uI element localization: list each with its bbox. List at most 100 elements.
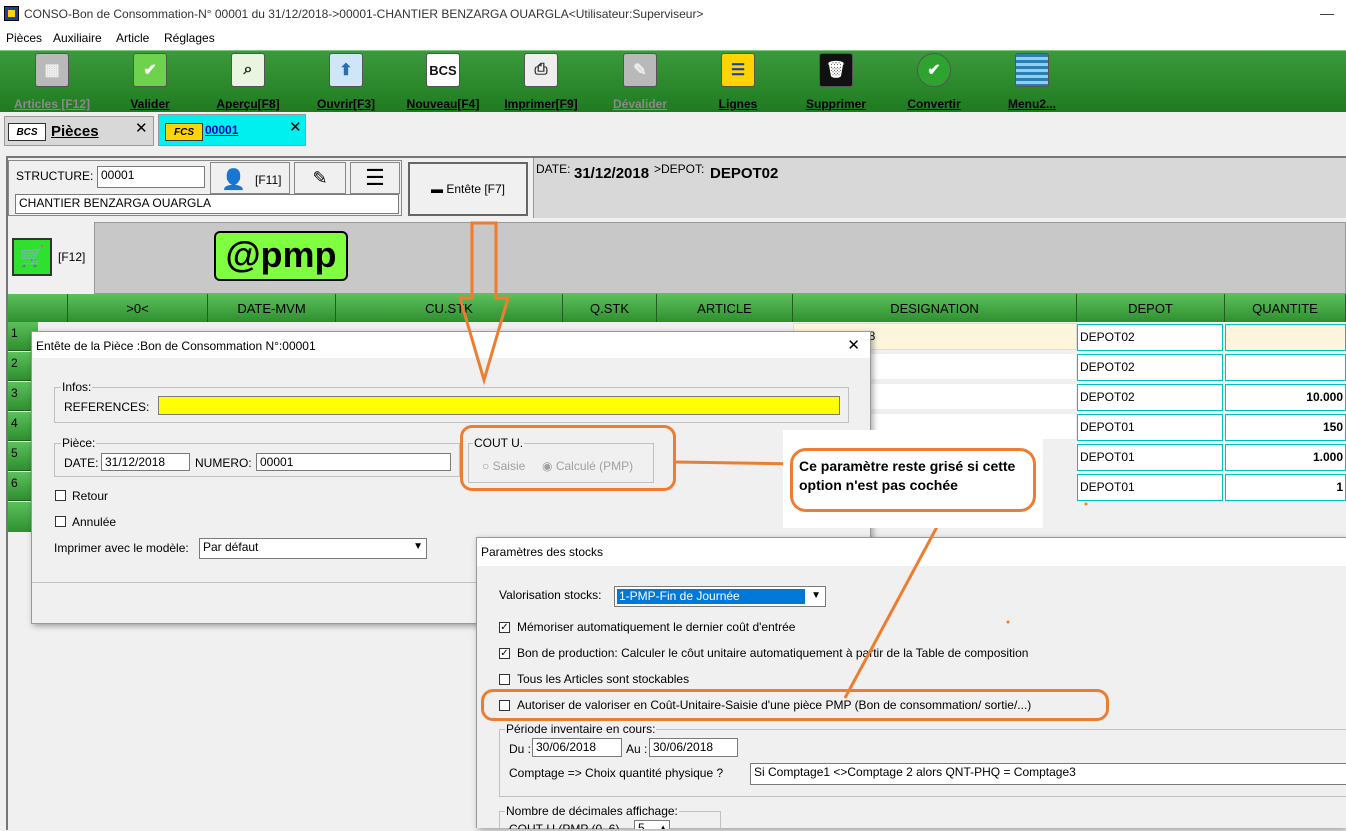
col-q-stk[interactable]: Q.STK (563, 294, 657, 322)
tab-pieces[interactable]: BCS Pièces ✕ (4, 116, 154, 146)
annotation-callout: Ce paramètre reste grisé si cette option… (790, 448, 1036, 512)
tab-pieces-close[interactable]: ✕ (135, 119, 148, 137)
dropdown-arrow-icon: ▼ (811, 590, 821, 601)
depot-cell[interactable]: DEPOT02 (1077, 384, 1223, 411)
f11-label: [F11] (255, 173, 282, 187)
checkmark-icon: ✔ (133, 53, 167, 87)
nouveau-button[interactable]: BCS Nouveau[F4] (400, 53, 486, 111)
entete-close-button[interactable]: ✕ (847, 336, 860, 354)
open-doc-icon: ⬆ (329, 53, 363, 87)
quantite-cell[interactable]: 150 (1225, 414, 1346, 441)
convert-icon: ✔ (917, 53, 951, 87)
numero-input[interactable]: 00001 (256, 453, 451, 471)
menu-article[interactable]: Article (116, 31, 149, 45)
valorisation-select[interactable]: 1-PMP-Fin de Journée ▼ (614, 586, 826, 607)
uncheck-icon: ✎ (623, 53, 657, 87)
dropdown-arrow-icon: ▼ (413, 541, 423, 552)
tab-document[interactable]: FCS 00001 ✕ (158, 114, 306, 146)
retour-label: Retour (72, 489, 109, 503)
apercu-button[interactable]: ⌕ Aperçu[F8] (210, 53, 286, 111)
title-bar: CONSO-Bon de Consommation-N° 00001 du 31… (0, 0, 1346, 28)
minimize-button[interactable]: — (1320, 5, 1334, 21)
entete-dialog-title: Entête de la Pièce :Bon de Consommation … (32, 332, 870, 358)
stock-params-dialog: Paramètres des stocks Valorisation stock… (476, 537, 1346, 831)
imprimer-button[interactable]: ⎙ Imprimer[F9] (498, 53, 584, 111)
du-input[interactable]: 30/06/2018 (532, 738, 622, 757)
hamburger-icon: ☰ (365, 165, 385, 190)
col-quantite[interactable]: QUANTITE (1225, 294, 1346, 322)
hamburger-button[interactable]: ☰ (350, 162, 400, 194)
imprimer-label: Imprimer avec le modèle: (54, 541, 189, 555)
annulee-label: Annulée (72, 515, 117, 529)
col-sort[interactable]: >0< (68, 294, 208, 322)
entete-button[interactable]: ▬ Entête [F7] (408, 162, 528, 216)
bcs-chip: BCS (8, 123, 46, 141)
comptage-select[interactable]: Si Comptage1 <>Comptage 2 alors QNT-PHQ … (750, 763, 1346, 785)
stock-dialog-title: Paramètres des stocks (477, 538, 1346, 566)
structure-label: STRUCTURE: (16, 169, 94, 183)
opt3-label: Tous les Articles sont stockables (517, 672, 690, 686)
lignes-button[interactable]: ☰ Lignes (704, 53, 772, 111)
col-date-mvm[interactable]: DATE-MVM (208, 294, 336, 322)
modele-select[interactable]: Par défaut ▼ (199, 538, 427, 559)
tab-document-close[interactable]: ✕ (289, 118, 302, 136)
opt1-checkbox[interactable]: ✓ (499, 622, 510, 633)
decimales-label: Nombre de décimales affichage: (505, 804, 679, 818)
user-icon: 👤 (221, 169, 246, 191)
cart-button[interactable]: 🛒 (12, 238, 52, 276)
entete-label: Entête [F7] (446, 182, 506, 196)
structure-lookup-button[interactable]: 👤 [F11] (210, 162, 290, 194)
du-label: Du : (509, 742, 532, 756)
col-cu-stk[interactable]: CU.STK (336, 294, 563, 322)
lines-icon: ☰ (721, 53, 755, 87)
menu2-button[interactable]: Menu2... (1000, 53, 1064, 111)
window-title: CONSO-Bon de Consommation-N° 00001 du 31… (24, 7, 704, 21)
depot-cell[interactable]: DEPOT01 (1077, 414, 1223, 441)
edit-button[interactable]: ✎ (294, 162, 346, 194)
col-depot[interactable]: DEPOT (1077, 294, 1225, 322)
document-tabs: BCS Pièces ✕ FCS 00001 ✕ (0, 112, 1346, 152)
app-icon (4, 6, 19, 21)
date-value: 31/12/2018 (574, 165, 650, 182)
opt2-checkbox[interactable]: ✓ (499, 648, 510, 659)
depot-cell[interactable]: DEPOT02 (1077, 324, 1223, 351)
opt3-checkbox[interactable] (499, 674, 510, 685)
articles-button[interactable]: ▦ Articles [F12] (10, 53, 94, 111)
tab-pieces-label: Pièces (51, 123, 99, 140)
depot-cell[interactable]: DEPOT02 (1077, 354, 1223, 381)
col-article[interactable]: ARTICLE (657, 294, 793, 322)
toolbar: ▦ Articles [F12] ✔ Valider ⌕ Aperçu[F8] … (0, 50, 1346, 113)
bcs-icon: BCS (426, 53, 460, 87)
retour-checkbox[interactable] (55, 490, 66, 501)
structure-input[interactable]: 00001 (97, 166, 205, 188)
depot-value: DEPOT02 (710, 165, 779, 182)
quantite-cell[interactable] (1225, 324, 1346, 351)
date-input[interactable]: 31/12/2018 (101, 453, 190, 471)
menu-bar: Pièces Auxiliaire Article Réglages (0, 28, 1346, 50)
date-label: DATE: (64, 456, 99, 470)
references-input[interactable] (158, 396, 840, 415)
quantite-cell[interactable]: 1 (1225, 474, 1346, 501)
devalider-button[interactable]: ✎ Dévalider (600, 53, 680, 111)
convertir-button[interactable]: ✔ Convertir (898, 53, 970, 111)
supprimer-button[interactable]: 🗑 Supprimer (798, 53, 874, 111)
date-label: DATE: (536, 162, 571, 176)
structure-name-field: CHANTIER BENZARGA OUARGLA (15, 194, 399, 214)
ouvrir-button[interactable]: ⬆ Ouvrir[F3] (308, 53, 384, 111)
date-depot-panel: DATE: 31/12/2018 >DEPOT: DEPOT02 (533, 158, 1346, 218)
quantite-cell[interactable] (1225, 354, 1346, 381)
minus-icon: ▬ (430, 182, 443, 196)
piece-label: Pièce: (61, 436, 97, 450)
valider-button[interactable]: ✔ Valider (112, 53, 188, 111)
depot-cell[interactable]: DEPOT01 (1077, 444, 1223, 471)
menu-reglages[interactable]: Réglages (164, 31, 215, 45)
menu-auxiliaire[interactable]: Auxiliaire (53, 31, 102, 45)
opt1-label: Mémoriser automatiquement le dernier coû… (517, 620, 796, 634)
quantite-cell[interactable]: 1.000 (1225, 444, 1346, 471)
au-input[interactable]: 30/06/2018 (649, 738, 738, 757)
quantite-cell[interactable]: 10.000 (1225, 384, 1346, 411)
col-designation[interactable]: DESIGNATION (793, 294, 1077, 322)
annulee-checkbox[interactable] (55, 516, 66, 527)
depot-cell[interactable]: DEPOT01 (1077, 474, 1223, 501)
menu-pieces[interactable]: Pièces (6, 31, 42, 45)
